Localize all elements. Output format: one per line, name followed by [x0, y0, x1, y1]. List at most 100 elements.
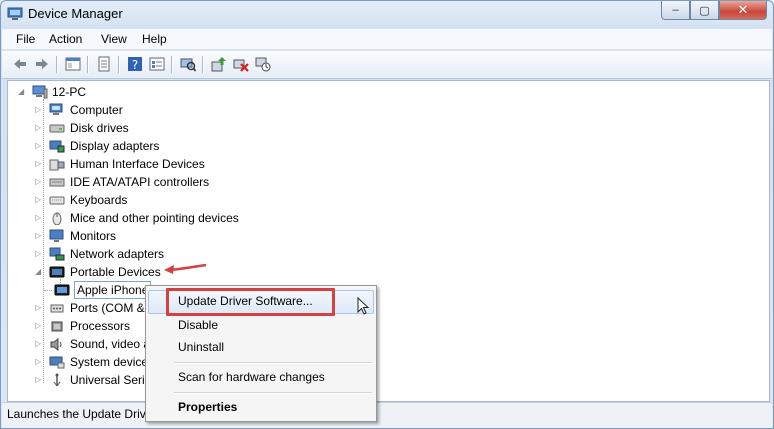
device-manager-window: Device Manager – ▢ ✕ File Action View He…	[0, 0, 774, 429]
tree-item-label: Processors	[70, 319, 131, 333]
tree-item-disk-drives[interactable]: ▷ Disk drives	[35, 119, 295, 137]
tree-item-monitors[interactable]: ▷ Monitors	[35, 227, 295, 245]
disable-icon	[255, 57, 271, 72]
tree-item-label: Human Interface Devices	[70, 157, 205, 171]
properties-icon	[98, 56, 110, 72]
tree-item-label: Sound, video a	[70, 337, 151, 351]
status-text: Launches the Update Driv	[7, 407, 146, 421]
menu-action[interactable]: Action	[49, 32, 82, 46]
menu-bar: File Action View Help	[2, 29, 772, 50]
tree-root-computer[interactable]: ◢ 12-PC	[18, 83, 138, 101]
menu-disable[interactable]: Disable	[178, 315, 218, 335]
maximize-button[interactable]: ▢	[690, 1, 719, 20]
keyboard-icon	[49, 196, 65, 205]
forward-arrow-icon	[36, 59, 48, 69]
scan-hardware-button[interactable]	[178, 55, 198, 73]
tree-item-label: Disk drives	[70, 121, 129, 135]
port-icon	[50, 304, 64, 313]
tree-item-label: Display adapters	[70, 139, 160, 153]
svg-text:?: ?	[132, 58, 138, 72]
properties-button[interactable]	[94, 55, 114, 73]
tree-item-display-adapters[interactable]: ▷ Display adapters	[35, 137, 295, 155]
expand-arrow-icon[interactable]: ▷	[35, 173, 44, 191]
processor-icon	[51, 321, 63, 332]
expand-arrow-icon[interactable]: ▷	[35, 317, 44, 335]
device-manager-icon	[7, 7, 23, 20]
uninstall-icon	[233, 59, 249, 72]
expand-arrow-icon[interactable]: ▷	[35, 245, 44, 263]
expand-arrow-icon[interactable]: ▷	[35, 335, 44, 353]
mouse-cursor-icon	[357, 297, 370, 315]
menu-uninstall[interactable]: Uninstall	[178, 337, 224, 357]
expand-arrow-icon[interactable]: ▷	[35, 137, 44, 155]
expand-arrow-icon[interactable]: ▷	[35, 209, 44, 227]
expand-arrow-icon[interactable]: ▷	[35, 101, 44, 119]
expand-arrow-icon[interactable]: ▷	[35, 155, 44, 173]
help-button[interactable]: ?	[125, 55, 145, 73]
menu-file[interactable]: File	[16, 32, 35, 46]
annotation-arrow-icon	[164, 263, 207, 274]
menu-separator	[174, 362, 372, 364]
console-tree-icon	[65, 57, 81, 71]
disable-button[interactable]	[253, 55, 273, 73]
sound-icon	[50, 338, 62, 351]
network-adapter-icon	[49, 247, 65, 261]
tree-item-label: Mice and other pointing devices	[70, 211, 239, 225]
scan-hardware-icon	[180, 58, 196, 72]
collapse-arrow-icon[interactable]: ◢	[35, 263, 44, 281]
window-title: Device Manager	[28, 6, 123, 21]
tree-item-label: Portable Devices	[70, 265, 161, 279]
status-bar: Launches the Update Driv	[2, 402, 772, 428]
tree-item-label: System device	[70, 355, 149, 369]
tree-item-label: Ports (COM &	[70, 301, 145, 315]
tree-item-label: Keyboards	[70, 193, 128, 207]
menu-help[interactable]: Help	[142, 32, 167, 46]
tree-item-label: Universal Seria	[70, 373, 152, 387]
menu-scan-hardware[interactable]: Scan for hardware changes	[178, 367, 325, 387]
tree-item-ide-ata-atapi-controllers[interactable]: ▷ IDE ATA/ATAPI controllers	[35, 173, 295, 191]
view-list-icon	[149, 57, 165, 71]
expand-arrow-icon[interactable]: ▷	[35, 353, 44, 371]
forward-button[interactable]	[32, 55, 52, 73]
expand-arrow-icon[interactable]: ▷	[35, 299, 44, 317]
back-button[interactable]	[10, 55, 30, 73]
tree-item-mice-and-other-pointing-devices[interactable]: ▷ Mice and other pointing devices	[35, 209, 295, 227]
ide-controller-icon	[49, 178, 65, 187]
phone-icon	[54, 284, 70, 296]
minimize-button[interactable]: –	[661, 1, 690, 20]
tree-item-keyboards[interactable]: ▷ Keyboards	[35, 191, 295, 209]
tree-item-computer[interactable]: ▷ Computer	[35, 101, 295, 119]
show-hide-tree-button[interactable]	[63, 55, 83, 73]
tree-item-human-interface-devices[interactable]: ▷ Human Interface Devices	[35, 155, 295, 173]
tree-root-label: 12-PC	[52, 85, 87, 99]
pc-icon	[32, 85, 48, 99]
mouse-icon	[52, 212, 62, 225]
display-adapter-icon	[49, 140, 65, 153]
expand-arrow-icon[interactable]: ▷	[35, 119, 44, 137]
expand-arrow-icon[interactable]: ▷	[35, 191, 44, 209]
tree-item-label: Network adapters	[70, 247, 165, 261]
update-driver-button[interactable]	[209, 55, 229, 73]
portable-device-icon	[49, 266, 65, 278]
menu-view[interactable]: View	[101, 32, 127, 46]
usb-icon	[53, 373, 61, 387]
tree-item-label: Monitors	[70, 229, 117, 243]
collapse-arrow-icon[interactable]: ◢	[18, 83, 27, 101]
title-bar[interactable]: Device Manager – ▢ ✕	[1, 1, 773, 27]
tree-item-label: Computer	[70, 103, 123, 117]
device-tree[interactable]: ◢ 12-PC ▷ Computer ▷ Disk drives ▷ Display ad…	[7, 80, 770, 402]
expand-arrow-icon[interactable]: ▷	[35, 227, 44, 245]
menu-properties[interactable]: Properties	[178, 397, 237, 417]
menu-separator	[174, 392, 372, 394]
update-driver-icon	[211, 57, 226, 72]
close-button[interactable]: ✕	[719, 1, 767, 20]
uninstall-button[interactable]	[231, 55, 251, 73]
tree-item-label: Apple iPhone	[74, 281, 152, 299]
help-icon: ?	[128, 57, 142, 72]
hid-icon	[49, 159, 65, 171]
disk-drive-icon	[49, 124, 65, 133]
expand-arrow-icon[interactable]: ▷	[35, 371, 44, 389]
view-button[interactable]	[147, 55, 167, 73]
toolbar: ?	[2, 51, 772, 79]
back-arrow-icon	[14, 59, 26, 69]
